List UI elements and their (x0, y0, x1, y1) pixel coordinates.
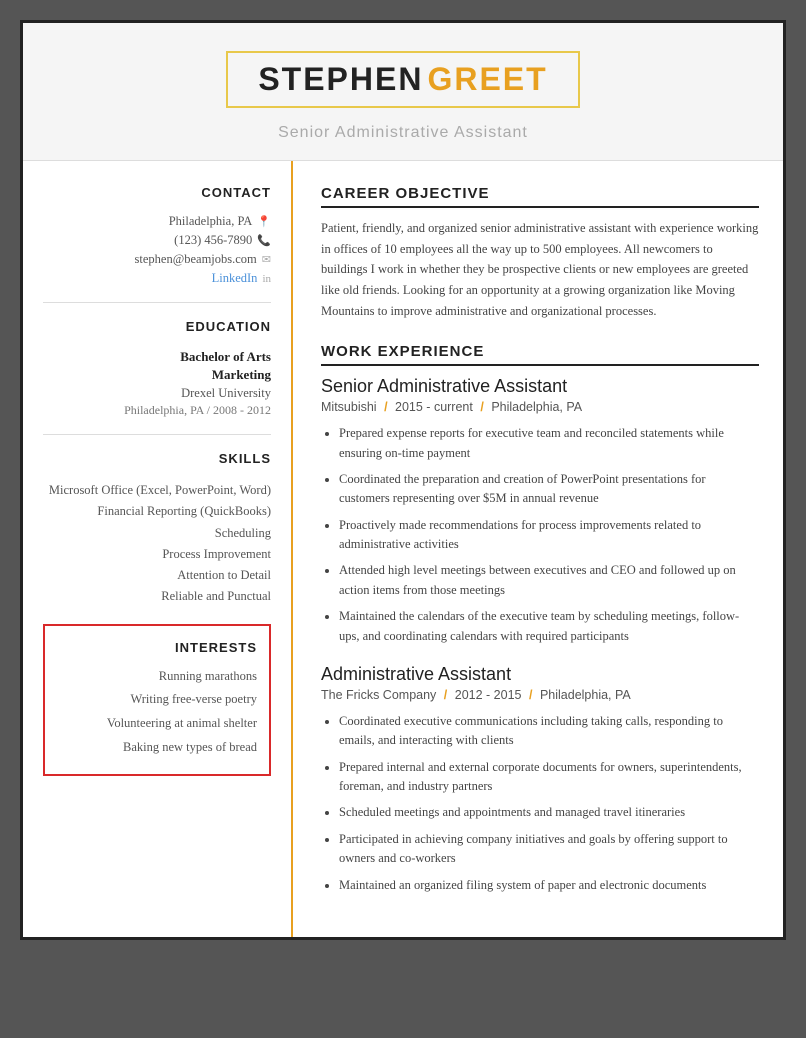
interest-item: Running marathons (57, 665, 257, 689)
skill-item: Microsoft Office (Excel, PowerPoint, Wor… (43, 480, 271, 501)
bullet-item: Maintained an organized filing system of… (339, 876, 759, 895)
left-column: Contact Philadelphia, PA 📍 (123) 456-789… (23, 161, 293, 937)
contact-section-title: Contact (43, 185, 271, 204)
bullet-item: Participated in achieving company initia… (339, 830, 759, 869)
job-2: Administrative Assistant The Fricks Comp… (321, 664, 759, 895)
career-objective-title: Career Objective (321, 185, 759, 208)
work-experience-title: Work Experience (321, 343, 759, 366)
bullet-item: Maintained the calendars of the executiv… (339, 607, 759, 646)
body-container: Contact Philadelphia, PA 📍 (123) 456-789… (23, 161, 783, 937)
edu-location-year: Philadelphia, PA / 2008 - 2012 (43, 403, 271, 418)
email-icon: ✉ (262, 253, 271, 266)
bullet-item: Coordinated the preparation and creation… (339, 470, 759, 509)
job-1-bullets: Prepared expense reports for executive t… (321, 424, 759, 646)
job-title-header: Senior Administrative Assistant (43, 124, 763, 142)
bullet-item: Coordinated executive communications inc… (339, 712, 759, 751)
contact-city: Philadelphia, PA 📍 (43, 214, 271, 229)
last-name: GREET (427, 61, 547, 97)
job-2-meta: The Fricks Company / 2012 - 2015 / Phila… (321, 688, 759, 702)
contact-linkedin[interactable]: LinkedIn in (43, 271, 271, 286)
edu-school: Drexel University (43, 384, 271, 403)
job-2-bullets: Coordinated executive communications inc… (321, 712, 759, 895)
skills-list: Microsoft Office (Excel, PowerPoint, Wor… (43, 480, 271, 608)
contact-phone: (123) 456-7890 📞 (43, 233, 271, 248)
resume-header: STEPHEN GREET Senior Administrative Assi… (23, 23, 783, 161)
location-icon: 📍 (257, 215, 271, 228)
contact-email: stephen@beamjobs.com ✉ (43, 252, 271, 267)
career-objective-text: Patient, friendly, and organized senior … (321, 218, 759, 321)
bullet-item: Attended high level meetings between exe… (339, 561, 759, 600)
edu-major: Marketing (43, 366, 271, 384)
bullet-item: Scheduled meetings and appointments and … (339, 803, 759, 822)
job-1: Senior Administrative Assistant Mitsubis… (321, 376, 759, 646)
education-item: Bachelor of Arts Marketing Drexel Univer… (43, 348, 271, 418)
skill-item: Process Improvement (43, 544, 271, 565)
bullet-item: Proactively made recommendations for pro… (339, 516, 759, 555)
skill-item: Reliable and Punctual (43, 586, 271, 607)
bullet-item: Prepared expense reports for executive t… (339, 424, 759, 463)
linkedin-icon: in (262, 273, 271, 285)
skill-item: Scheduling (43, 523, 271, 544)
phone-icon: 📞 (257, 234, 271, 247)
job-1-title: Senior Administrative Assistant (321, 376, 759, 397)
interests-box: Interests Running marathons Writing free… (43, 624, 271, 776)
job-1-meta: Mitsubishi / 2015 - current / Philadelph… (321, 400, 759, 414)
skills-section-title: Skills (43, 451, 271, 470)
name-box: STEPHEN GREET (226, 51, 579, 108)
education-section-title: Education (43, 319, 271, 338)
interest-item: Baking new types of bread (57, 736, 257, 760)
interests-section-title: Interests (57, 640, 257, 655)
bullet-item: Prepared internal and external corporate… (339, 758, 759, 797)
skill-item: Financial Reporting (QuickBooks) (43, 501, 271, 522)
job-2-title: Administrative Assistant (321, 664, 759, 685)
skill-item: Attention to Detail (43, 565, 271, 586)
interest-item: Volunteering at animal shelter (57, 712, 257, 736)
interest-item: Writing free-verse poetry (57, 688, 257, 712)
first-name: STEPHEN (258, 61, 423, 97)
edu-degree: Bachelor of Arts (43, 348, 271, 366)
right-column: Career Objective Patient, friendly, and … (293, 161, 783, 937)
resume-document: STEPHEN GREET Senior Administrative Assi… (20, 20, 786, 940)
